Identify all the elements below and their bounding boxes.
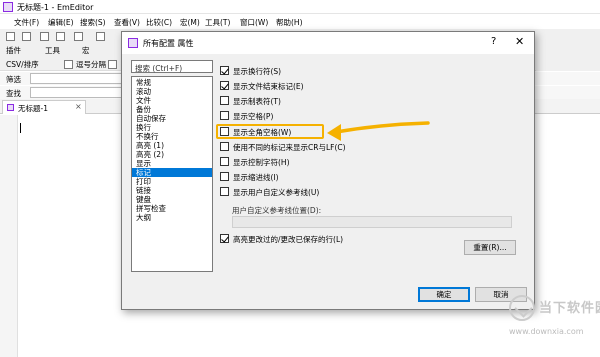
save-icon[interactable] — [40, 32, 49, 41]
macro-toolbar-label[interactable]: 宏 — [82, 45, 90, 56]
new-file-icon[interactable] — [6, 32, 15, 41]
menu-bar: 文件(F) 编辑(E) 搜索(S) 查看(V) 比较(C) 宏(M) 工具(T)… — [0, 14, 600, 29]
watermark: 当下软件园 www.downxia.com — [505, 291, 600, 357]
document-tab-label: 无标题-1 — [18, 104, 48, 113]
line-number-gutter — [0, 115, 18, 357]
find-label: 查找 — [6, 89, 21, 98]
text-cursor — [20, 123, 21, 133]
comma-separated-label[interactable]: 逗号分隔 — [76, 59, 106, 70]
menu-search[interactable]: 搜索(S) — [80, 17, 106, 28]
menu-tools[interactable]: 工具(T) — [205, 17, 230, 28]
menu-macro[interactable]: 宏(M) — [180, 17, 200, 28]
menu-help[interactable]: 帮助(H) — [276, 17, 303, 28]
watermark-logo-icon — [509, 295, 535, 321]
csv-sort-label[interactable]: CSV/排序 — [6, 59, 39, 70]
menu-compare[interactable]: 比较(C) — [146, 17, 172, 28]
app-icon — [3, 2, 13, 12]
plugins-toolbar-label[interactable]: 插件 — [6, 45, 21, 56]
print-preview-icon[interactable] — [74, 32, 83, 41]
cut-icon[interactable] — [96, 32, 105, 41]
open-folder-icon[interactable] — [22, 32, 31, 41]
close-tab-icon[interactable]: × — [75, 102, 82, 111]
menu-window[interactable]: 窗口(W) — [240, 17, 268, 28]
find-input[interactable] — [30, 87, 126, 98]
toolbar-right-strip — [536, 29, 600, 71]
menu-edit[interactable]: 编辑(E) — [48, 17, 74, 28]
document-tab[interactable]: 无标题-1 × — [2, 100, 86, 114]
properties-dialog: 所有配置 属性 ? ✕ 搜索 (Ctrl+F) 常规 滚动 文件 备份 自动保存… — [121, 31, 535, 310]
editor-title-bar: 无标题-1 - EmEditor — [0, 0, 600, 14]
window-title: 无标题-1 - EmEditor — [17, 3, 94, 12]
filter-label: 筛选 — [6, 75, 21, 84]
annotation-arrow-icon — [327, 121, 430, 141]
filter-input[interactable] — [30, 73, 126, 84]
menu-view[interactable]: 查看(V) — [114, 17, 140, 28]
tools-toolbar-label[interactable]: 工具 — [45, 45, 60, 56]
print-icon[interactable] — [56, 32, 65, 41]
watermark-url: www.downxia.com — [509, 327, 584, 336]
menu-file[interactable]: 文件(F) — [14, 17, 39, 28]
csv-icon — [64, 60, 73, 69]
watermark-text: 当下软件园 — [539, 301, 600, 316]
tab-separated-icon — [108, 60, 117, 69]
document-icon — [7, 104, 14, 111]
